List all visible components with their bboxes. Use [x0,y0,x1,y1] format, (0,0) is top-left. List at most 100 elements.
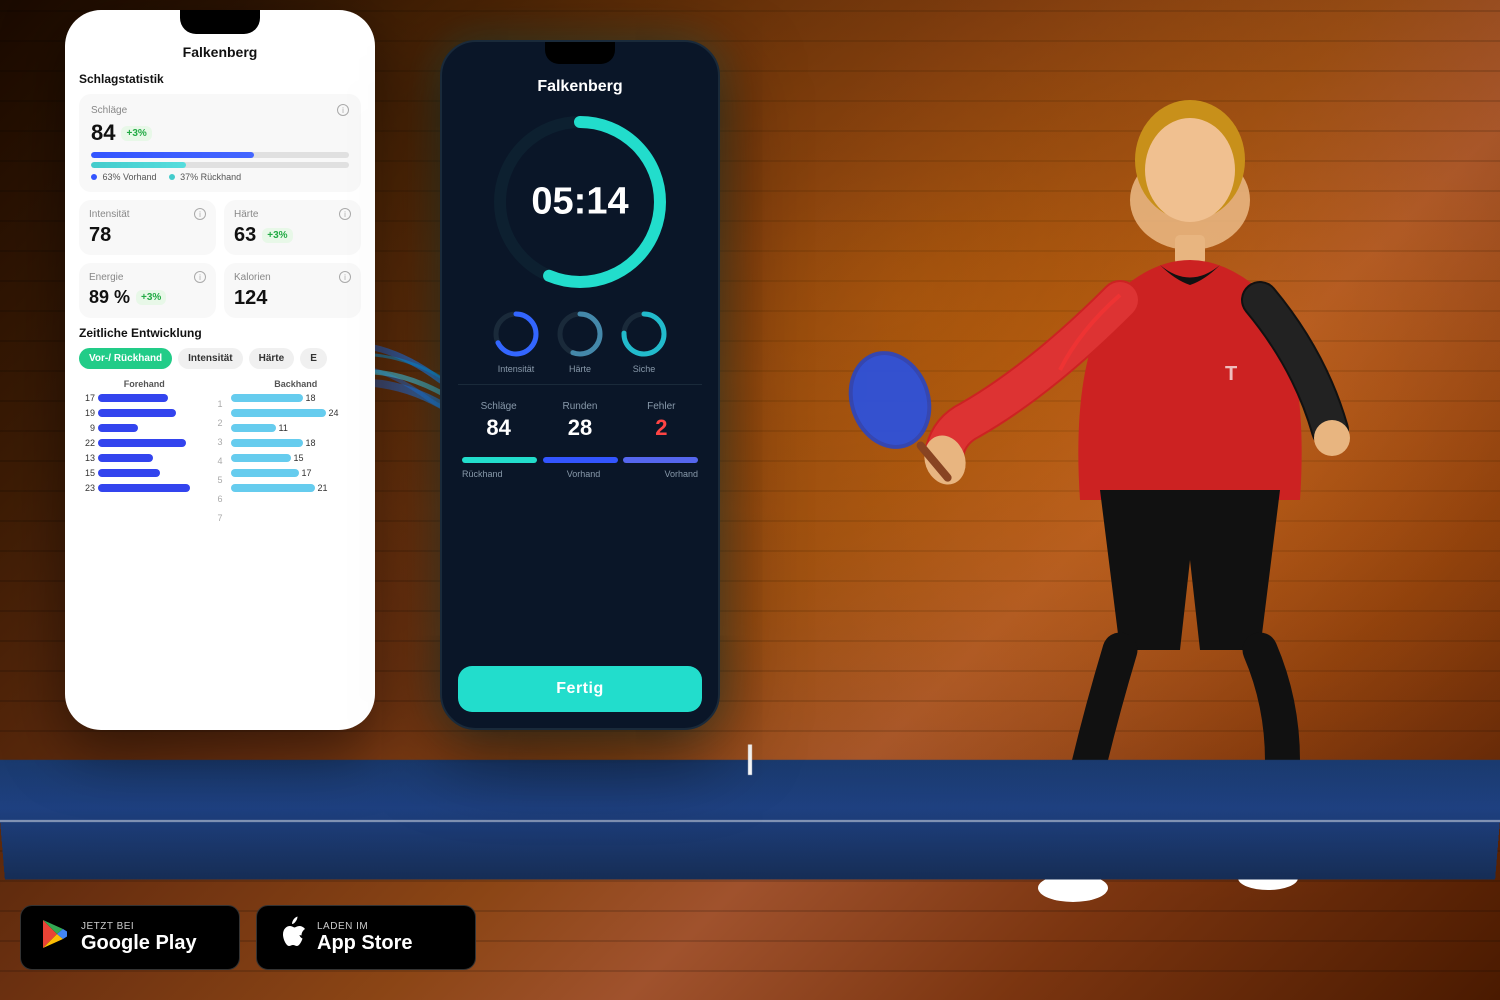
bar-row: 18 [231,438,362,448]
bar-val: 17 [302,468,318,478]
apple-icon [275,916,307,959]
rueckhand-bar-dark [462,457,537,463]
kalorien-card: Kalorien i 124 [224,263,361,318]
bar-row: 19 [79,408,210,418]
backhand-header: Backhand [231,379,362,389]
bar-val: 15 [79,468,95,478]
google-play-button[interactable]: JETZT BEI Google Play [20,905,240,970]
hand-labels: Rückhand Vorhand Vorhand [458,469,702,479]
bar-row: 22 [79,438,210,448]
app-store-button[interactable]: Laden im App Store [256,905,476,970]
fehler-stat: Fehler 2 [621,397,702,445]
bar-fill [98,469,160,477]
bar-val: 9 [79,423,95,433]
bar-row: 15 [231,453,362,463]
schlaege-info-icon[interactable]: i [337,104,349,116]
mini-circle-intensitaet: Intensität [490,308,542,374]
bar-val: 17 [79,393,95,403]
bar-fill [231,484,315,492]
bar-val: 18 [306,393,322,403]
vorhand-label: Vorhand [567,469,601,479]
bar-chart: Forehand 17 19 9 22 [79,379,361,525]
schlaege-label: Schläge [91,105,127,116]
timer-circle: 05:14 [490,112,670,292]
google-play-text: JETZT BEI Google Play [81,921,197,954]
vorhand-legend: 63% Vorhand [91,172,157,182]
hand-bars [458,457,702,463]
bar-fill [98,394,168,402]
bar-val: 24 [329,408,345,418]
idx: 3 [218,435,223,449]
timer-display: 05:14 [531,181,628,224]
kalorien-info[interactable]: i [339,271,351,283]
intensitaet-info[interactable]: i [194,208,206,220]
vorhand-bar-dark [543,457,618,463]
rueckhand-legend: 37% Rückhand [169,172,242,182]
haerte-mini-label: Härte [554,364,606,374]
bar-row: 24 [231,408,362,418]
bar-row: 21 [231,483,362,493]
zeitliche-section: Zeitliche Entwicklung Vor-/ Rückhand Int… [79,326,361,525]
runden-stat-value: 28 [543,415,616,441]
idx: 1 [218,397,223,411]
bar-val: 15 [294,453,310,463]
tab-haerte[interactable]: Härte [249,348,295,369]
backhand-col: Backhand 18 24 11 18 [231,379,362,525]
idx: 7 [218,511,223,525]
bar-row: 9 [79,423,210,433]
bar-fill [231,439,303,447]
idx: 2 [218,416,223,430]
rueckhand-bar [91,162,186,168]
haerte-value: 63 [234,224,256,247]
table-net [748,745,752,775]
idx: 4 [218,454,223,468]
app-store-name: App Store [317,932,413,954]
bar-fill [98,484,190,492]
siche-mini-label: Siche [618,364,670,374]
fertig-button[interactable]: Fertig [458,666,702,712]
bar-val: 21 [318,483,334,493]
bar-fill [231,394,303,402]
kalorien-value: 124 [234,287,267,310]
runden-stat-label: Runden [543,401,616,412]
bar-fill [98,424,138,432]
mini-circle-siche: Siche [618,308,670,374]
haerte-info[interactable]: i [339,208,351,220]
rueckhand-label: Rückhand [462,469,503,479]
filter-tabs: Vor-/ Rückhand Intensität Härte E [79,348,361,369]
energie-value: 89 % [89,287,130,308]
index-col: 1 2 3 4 5 6 7 [218,379,223,525]
bar-row: 23 [79,483,210,493]
tab-vorhand-rueckhand[interactable]: Vor-/ Rückhand [79,348,172,369]
app-store-text: Laden im App Store [317,921,413,954]
phone-left-title: Falkenberg [79,40,361,60]
bar-fill [98,454,153,462]
svg-text:T: T [1225,363,1237,385]
schlaege-stat-value: 84 [462,415,535,441]
phone-notch-left [180,10,260,34]
schlaege-badge: +3% [121,126,151,141]
bar-val: 13 [79,453,95,463]
google-play-name: Google Play [81,932,197,954]
bar-row: 17 [79,393,210,403]
intensitaet-label: Intensität [89,209,130,220]
forehand-header: Forehand [79,379,210,389]
intensitaet-card: Intensität i 78 [79,200,216,255]
schlagstatistik-label: Schlagstatistik [79,72,361,86]
bar-val: 23 [79,483,95,493]
mini-circle-haerte: Härte [554,308,606,374]
bar-fill [98,409,176,417]
intensitaet-value: 78 [89,224,111,247]
bar-fill [98,439,186,447]
forehand-col: Forehand 17 19 9 22 [79,379,210,525]
haerte-card: Härte i 63 +3% [224,200,361,255]
tab-intensitaet[interactable]: Intensität [178,348,242,369]
bar-fill [231,454,291,462]
app-store-subtext: Laden im [317,921,413,932]
tab-extra[interactable]: E [300,348,327,369]
schlaege-value: 84 [91,120,115,146]
stats-grid: Schläge 84 Runden 28 Fehler 2 [458,384,702,445]
bar-fill [231,424,276,432]
haerte-label: Härte [234,209,258,220]
energie-info[interactable]: i [194,271,206,283]
